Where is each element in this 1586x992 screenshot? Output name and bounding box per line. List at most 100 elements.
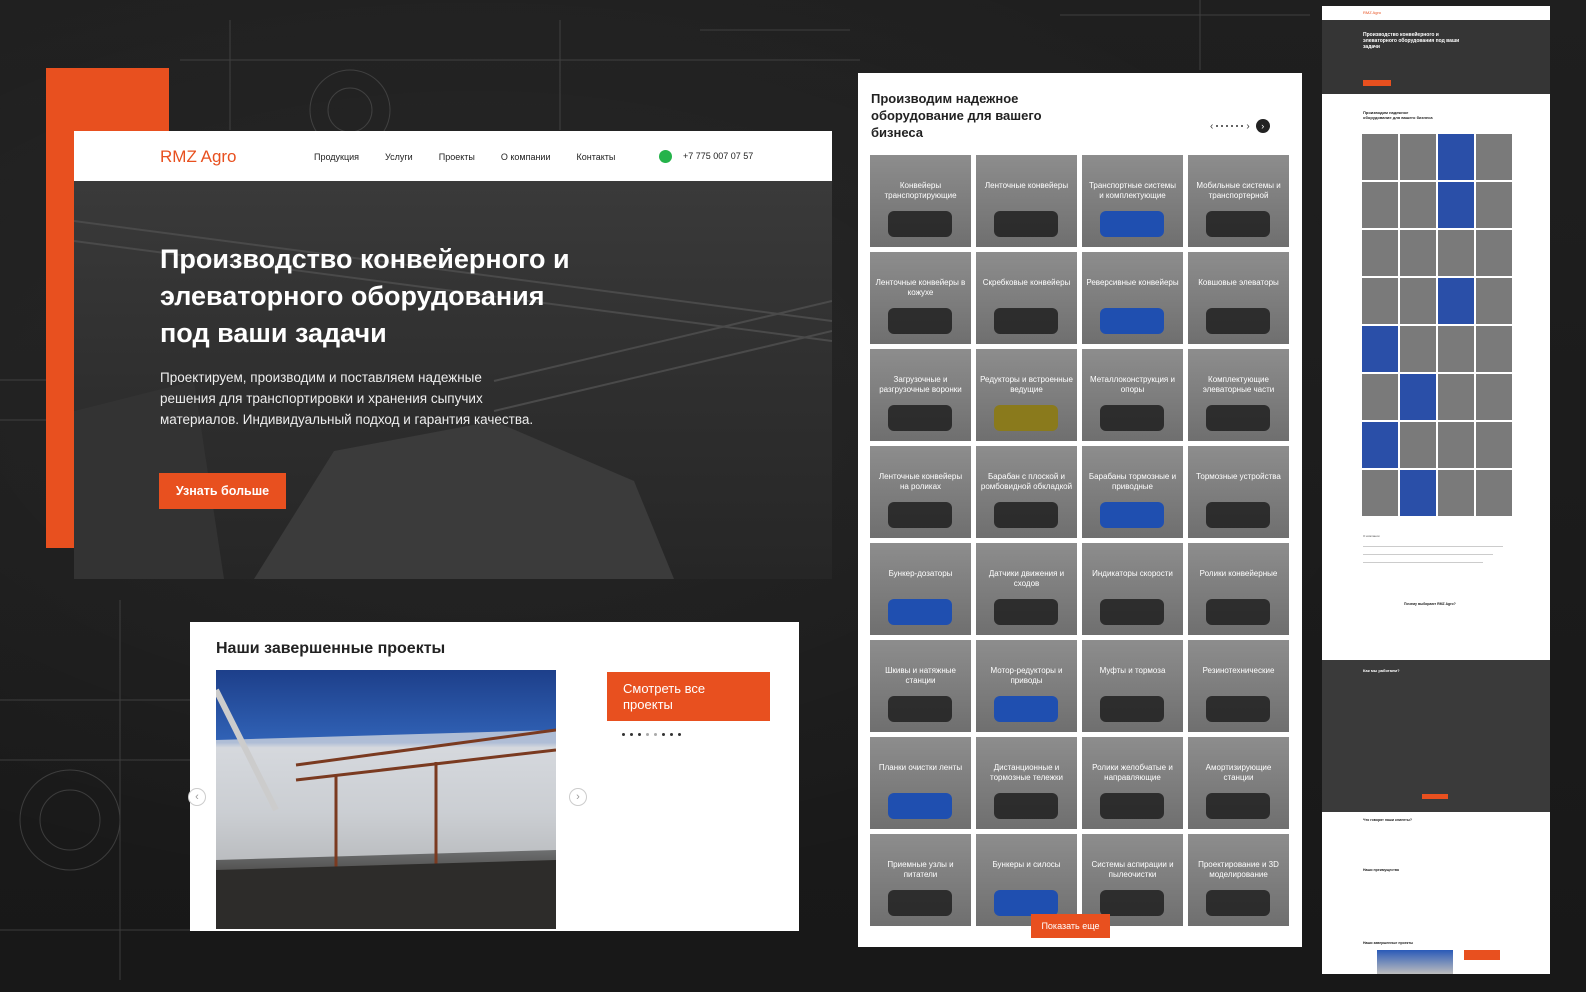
- product-tile[interactable]: Барабаны тормозные и приводные: [1082, 446, 1183, 538]
- product-tile[interactable]: Комплектующие элеваторные части: [1188, 349, 1289, 441]
- product-tile[interactable]: Ролики конвейерные: [1188, 543, 1289, 635]
- preview-product-tile: [1476, 230, 1512, 276]
- preview-product-tile: [1400, 422, 1436, 468]
- product-tile[interactable]: Индикаторы скорости: [1082, 543, 1183, 635]
- learn-more-button[interactable]: Узнать больше: [159, 473, 286, 509]
- product-image: [1100, 405, 1164, 431]
- product-image: [1206, 793, 1270, 819]
- product-tile-label: Амортизирующие станции: [1205, 763, 1272, 782]
- nav-item-products[interactable]: Продукция: [314, 152, 359, 162]
- product-tile[interactable]: Резинотехнические: [1188, 640, 1289, 732]
- product-tile[interactable]: Датчики движения и сходов: [976, 543, 1077, 635]
- product-image: [994, 211, 1058, 237]
- preview-projects-title: Наши завершенные проекты: [1363, 941, 1414, 945]
- nav-item-services[interactable]: Услуги: [385, 152, 413, 162]
- product-tile[interactable]: Реверсивные конвейеры: [1082, 252, 1183, 344]
- preview-product-tile: [1362, 326, 1398, 372]
- product-tile-label: Системы аспирации и пылеочистки: [1091, 860, 1174, 879]
- pagination-dot[interactable]: [662, 733, 665, 736]
- preview-product-tile: [1362, 134, 1398, 180]
- product-tile[interactable]: Тормозные устройства: [1188, 446, 1289, 538]
- product-tile[interactable]: Ролики желобчатые и направляющие: [1082, 737, 1183, 829]
- product-tile[interactable]: Скребковые конвейеры: [976, 252, 1077, 344]
- whatsapp-icon[interactable]: [659, 150, 672, 163]
- logo[interactable]: RMZ Agro: [160, 147, 237, 167]
- nav-item-about[interactable]: О компании: [501, 152, 551, 162]
- product-image: [1206, 502, 1270, 528]
- product-image: [1100, 890, 1164, 916]
- product-tile-label: Реверсивные конвейеры: [1086, 278, 1179, 287]
- product-tile[interactable]: Металлоконструкция и опоры: [1082, 349, 1183, 441]
- preview-product-tile: [1438, 326, 1474, 372]
- product-tile[interactable]: Системы аспирации и пылеочистки: [1082, 834, 1183, 926]
- preview-product-tile: [1362, 422, 1398, 468]
- product-tile-label: Индикаторы скорости: [1092, 569, 1173, 578]
- product-tile-label: Датчики движения и сходов: [988, 569, 1065, 588]
- product-image: [888, 405, 952, 431]
- show-more-button[interactable]: Показать еще: [1031, 914, 1110, 938]
- product-tile[interactable]: Ленточные конвейеры в кожухе: [870, 252, 971, 344]
- preview-text-line: [1363, 546, 1503, 547]
- preview-hero-button: [1363, 80, 1391, 86]
- pagination-dot[interactable]: [630, 733, 633, 736]
- next-circle-icon[interactable]: ›: [1255, 119, 1270, 133]
- pagination-dot[interactable]: [638, 733, 641, 736]
- product-tile[interactable]: Бункер-дозаторы: [870, 543, 971, 635]
- product-tile-label: Загрузочные и разгрузочные воронки: [879, 375, 962, 394]
- product-tile[interactable]: Шкивы и натяжные станции: [870, 640, 971, 732]
- product-tile-label: Мобильные системы и транспортерной: [1196, 181, 1281, 200]
- products-section: Производим надежное оборудование для ваш…: [858, 73, 1302, 947]
- product-tile-label: Ленточные конвейеры на роликах: [878, 472, 963, 491]
- product-image: [888, 793, 952, 819]
- preview-product-tile: [1400, 134, 1436, 180]
- product-tile-label: Транспортные системы и комплектующие: [1088, 181, 1177, 200]
- hero-title: Производство конвейерного и элеваторного…: [160, 244, 570, 348]
- chevron-right-icon[interactable]: ›: [1246, 121, 1249, 132]
- product-tile-label: Ленточные конвейеры: [984, 181, 1069, 190]
- preview-product-tile: [1362, 278, 1398, 324]
- product-tile[interactable]: Транспортные системы и комплектующие: [1082, 155, 1183, 247]
- pagination-dot[interactable]: [646, 733, 649, 736]
- nav-item-projects[interactable]: Проекты: [439, 152, 475, 162]
- preview-reviews-title: Что говорят наши клиенты?: [1363, 818, 1413, 822]
- product-tile[interactable]: Ленточные конвейеры: [976, 155, 1077, 247]
- prev-project-arrow[interactable]: ‹: [188, 788, 206, 806]
- pagination-dot[interactable]: [654, 733, 657, 736]
- products-carousel-nav: ‹ › ›: [1210, 119, 1270, 133]
- product-tile[interactable]: Планки очистки ленты: [870, 737, 971, 829]
- product-tile[interactable]: Амортизирующие станции: [1188, 737, 1289, 829]
- product-tile[interactable]: Мобильные системы и транспортерной: [1188, 155, 1289, 247]
- nav-item-contacts[interactable]: Контакты: [576, 152, 615, 162]
- pagination-dot[interactable]: [678, 733, 681, 736]
- pagination-dot[interactable]: [622, 733, 625, 736]
- preview-projects-button: [1464, 950, 1500, 960]
- pagination-dot[interactable]: [670, 733, 673, 736]
- product-tile[interactable]: Бункеры и силосы: [976, 834, 1077, 926]
- product-tile[interactable]: Приемные узлы и питатели: [870, 834, 971, 926]
- phone-number[interactable]: +7 775 007 07 57: [683, 151, 753, 161]
- chevron-left-icon[interactable]: ‹: [1210, 121, 1213, 132]
- preview-how-button: [1422, 794, 1448, 799]
- product-tile[interactable]: Проектирование и 3D моделирование: [1188, 834, 1289, 926]
- product-tile[interactable]: Конвейеры транспортирующие: [870, 155, 971, 247]
- product-image: [1206, 890, 1270, 916]
- product-tile[interactable]: Барабан с плоской и ромбовидной обкладко…: [976, 446, 1077, 538]
- main-nav: Продукция Услуги Проекты О компании Конт…: [314, 152, 641, 162]
- product-image: [1100, 599, 1164, 625]
- product-tile-label: Приемные узлы и питатели: [887, 860, 954, 879]
- product-tile[interactable]: Дистанционные и тормозные тележки: [976, 737, 1077, 829]
- next-project-arrow[interactable]: ›: [569, 788, 587, 806]
- view-all-projects-button[interactable]: Смотреть все проекты: [607, 672, 770, 721]
- product-tile[interactable]: Редукторы и встроенные ведущие: [976, 349, 1077, 441]
- product-tile[interactable]: Муфты и тормоза: [1082, 640, 1183, 732]
- product-image: [1100, 502, 1164, 528]
- hero-subtitle: Проектируем, производим и поставляем над…: [160, 370, 534, 427]
- product-tile[interactable]: Мотор-редукторы и приводы: [976, 640, 1077, 732]
- product-tile-label: Мотор-редукторы и приводы: [990, 666, 1063, 685]
- product-tile[interactable]: Ковшовые элеваторы: [1188, 252, 1289, 344]
- product-tile[interactable]: Ленточные конвейеры на роликах: [870, 446, 971, 538]
- preview-about-title: О компании: [1363, 534, 1380, 538]
- product-tile-label: Металлоконструкция и опоры: [1090, 375, 1175, 394]
- product-tile[interactable]: Загрузочные и разгрузочные воронки: [870, 349, 971, 441]
- preview-products-title: Производим надежное оборудование для ваш…: [1363, 110, 1433, 120]
